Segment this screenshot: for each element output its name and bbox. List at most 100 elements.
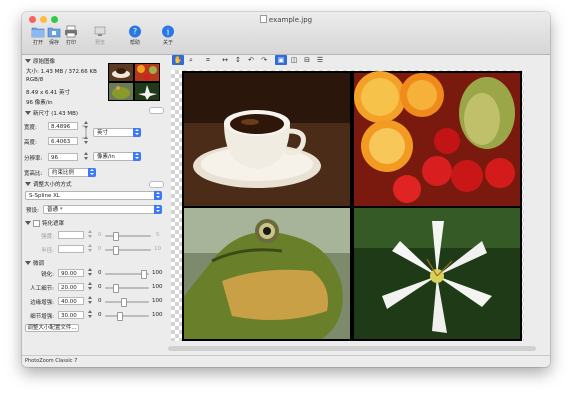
- resolution-input[interactable]: 96: [48, 153, 78, 161]
- settings-panel: 原始图像 大小: 1.43 MB / 372.66 KB RGB/8 8.49 …: [22, 55, 167, 355]
- flip-vertical-button[interactable]: ↕: [232, 55, 244, 65]
- newsize-section-header[interactable]: 新尺寸 (1.43 MB): [25, 109, 78, 117]
- resolution-unit-value: 像素/in: [97, 154, 115, 160]
- strength-slider-knob[interactable]: [113, 232, 119, 241]
- artifact-stepper[interactable]: [88, 282, 92, 291]
- strength-stepper[interactable]: [88, 230, 92, 239]
- ratio-label: 宽高比:: [24, 171, 43, 177]
- detail-slider-knob[interactable]: [117, 312, 123, 321]
- original-thumbnail: [108, 63, 160, 101]
- help-button[interactable]: ? 帮助: [122, 25, 148, 46]
- detail-slider[interactable]: [105, 312, 149, 321]
- algorithm-select[interactable]: S-Spline XL: [25, 191, 162, 200]
- strength-slider[interactable]: [105, 232, 151, 241]
- zoom-icon: ⌕: [189, 55, 193, 64]
- width-label: 宽度:: [24, 125, 37, 131]
- resolution-unit-select[interactable]: 像素/in: [93, 152, 141, 161]
- sharpness-min: 0: [98, 270, 102, 276]
- sharpen-section-header[interactable]: 钝化遮罩: [25, 219, 64, 227]
- chevron-updown-icon: [88, 168, 96, 177]
- detail-input[interactable]: 30.00: [58, 311, 84, 319]
- compare-view-button[interactable]: ☰: [314, 55, 326, 65]
- rotate-left-icon: ↶: [248, 56, 254, 64]
- disclosure-icon: [25, 261, 31, 265]
- lily-photo: [354, 208, 520, 339]
- sharpness-stepper[interactable]: [88, 268, 92, 277]
- original-toggle[interactable]: [149, 107, 164, 114]
- artifact-max: 100: [152, 284, 163, 290]
- radius-slider[interactable]: [105, 246, 151, 255]
- sharpness-max: 100: [152, 270, 163, 276]
- unit-value: 英寸: [97, 130, 109, 136]
- zoom-tool-button[interactable]: ⌕: [185, 55, 197, 65]
- artifact-slider-knob[interactable]: [113, 284, 119, 293]
- print-label: 打印: [65, 40, 76, 46]
- strength-label: 强度:: [41, 234, 54, 240]
- original-mode: RGB/8: [26, 77, 44, 83]
- rotate-right-button[interactable]: ↷: [258, 55, 270, 65]
- width-input[interactable]: 8.4896: [48, 122, 78, 130]
- strength-min: 0: [98, 232, 102, 238]
- edge-min: 0: [98, 298, 102, 304]
- single-view-icon: ▣: [277, 56, 285, 64]
- strength-input[interactable]: [58, 231, 84, 239]
- ratio-select[interactable]: 约束比例: [48, 168, 96, 177]
- horizontal-scrollbar[interactable]: [168, 346, 536, 351]
- radius-slider-knob[interactable]: [113, 246, 119, 255]
- edge-label: 边缘增强:: [30, 300, 54, 306]
- flip-vertical-icon: ↕: [235, 56, 241, 64]
- single-view-button[interactable]: ▣: [275, 55, 287, 65]
- sharpness-slider[interactable]: [105, 270, 149, 279]
- profile-button[interactable]: 调整大小配置文件...: [25, 324, 79, 332]
- edge-stepper[interactable]: [88, 296, 92, 305]
- flip-horizontal-button[interactable]: ↔: [219, 55, 231, 65]
- sharpness-input[interactable]: 90.00: [58, 269, 84, 277]
- method-section-header[interactable]: 调整大小的方式: [25, 180, 72, 188]
- artifact-input[interactable]: 20.00: [58, 283, 84, 291]
- split-vertical-button[interactable]: ◫: [288, 55, 300, 65]
- crop-tool-button[interactable]: ⌗: [202, 55, 214, 65]
- radius-stepper[interactable]: [88, 244, 92, 253]
- chevron-updown-icon: [133, 152, 141, 161]
- preview-button[interactable]: 预览: [87, 25, 113, 46]
- image-preview[interactable]: [182, 71, 522, 341]
- split-horizontal-button[interactable]: ⊟: [301, 55, 313, 65]
- about-label: 关于: [162, 40, 173, 46]
- original-section-label: 原始图像: [33, 59, 56, 65]
- artifact-label: 人工细节:: [30, 286, 54, 292]
- edge-slider[interactable]: [105, 298, 149, 307]
- compare-view-icon: ☰: [316, 56, 324, 64]
- edge-slider-knob[interactable]: [121, 298, 127, 307]
- split-vertical-icon: ◫: [290, 56, 298, 64]
- status-bar: PhotoZoom Classic 7: [22, 355, 550, 367]
- original-resolution: 96 像素/in: [26, 100, 53, 106]
- chevron-updown-icon: [154, 191, 162, 200]
- height-label: 高度:: [24, 140, 37, 146]
- height-input[interactable]: 6.4063: [48, 137, 78, 145]
- original-size: 大小: 1.43 MB / 372.66 KB: [26, 69, 97, 75]
- detail-stepper[interactable]: [88, 310, 92, 319]
- about-button[interactable]: i 关于: [155, 25, 181, 46]
- preset-select[interactable]: 普通 *: [43, 205, 162, 214]
- print-button[interactable]: 打印: [58, 25, 84, 46]
- algorithm-value: S-Spline XL: [29, 193, 60, 199]
- detail-max: 100: [152, 312, 163, 318]
- detail-min: 0: [98, 312, 102, 318]
- edge-input[interactable]: 40.00: [58, 297, 84, 305]
- method-toggle[interactable]: [149, 181, 164, 188]
- hand-tool-button[interactable]: ✋: [172, 55, 184, 65]
- finetune-section-header[interactable]: 微调: [25, 259, 44, 267]
- titlebar: example.jpg 打开 保存 打印 预览 ? 帮助 i 关于: [22, 12, 550, 55]
- chevron-updown-icon: [154, 205, 162, 214]
- sharpen-checkbox[interactable]: [33, 219, 40, 227]
- rotate-left-button[interactable]: ↶: [245, 55, 257, 65]
- unit-select[interactable]: 英寸: [93, 128, 141, 137]
- radius-input[interactable]: [58, 245, 84, 253]
- sharpness-slider-knob[interactable]: [141, 270, 147, 279]
- original-section-header[interactable]: 原始图像: [25, 57, 55, 65]
- rotate-right-icon: ↷: [261, 56, 267, 64]
- artifact-slider[interactable]: [105, 284, 149, 293]
- newsize-section-label: 新尺寸 (1.43 MB): [33, 111, 79, 117]
- resolution-stepper[interactable]: [84, 152, 88, 161]
- radius-max: 10: [154, 246, 161, 252]
